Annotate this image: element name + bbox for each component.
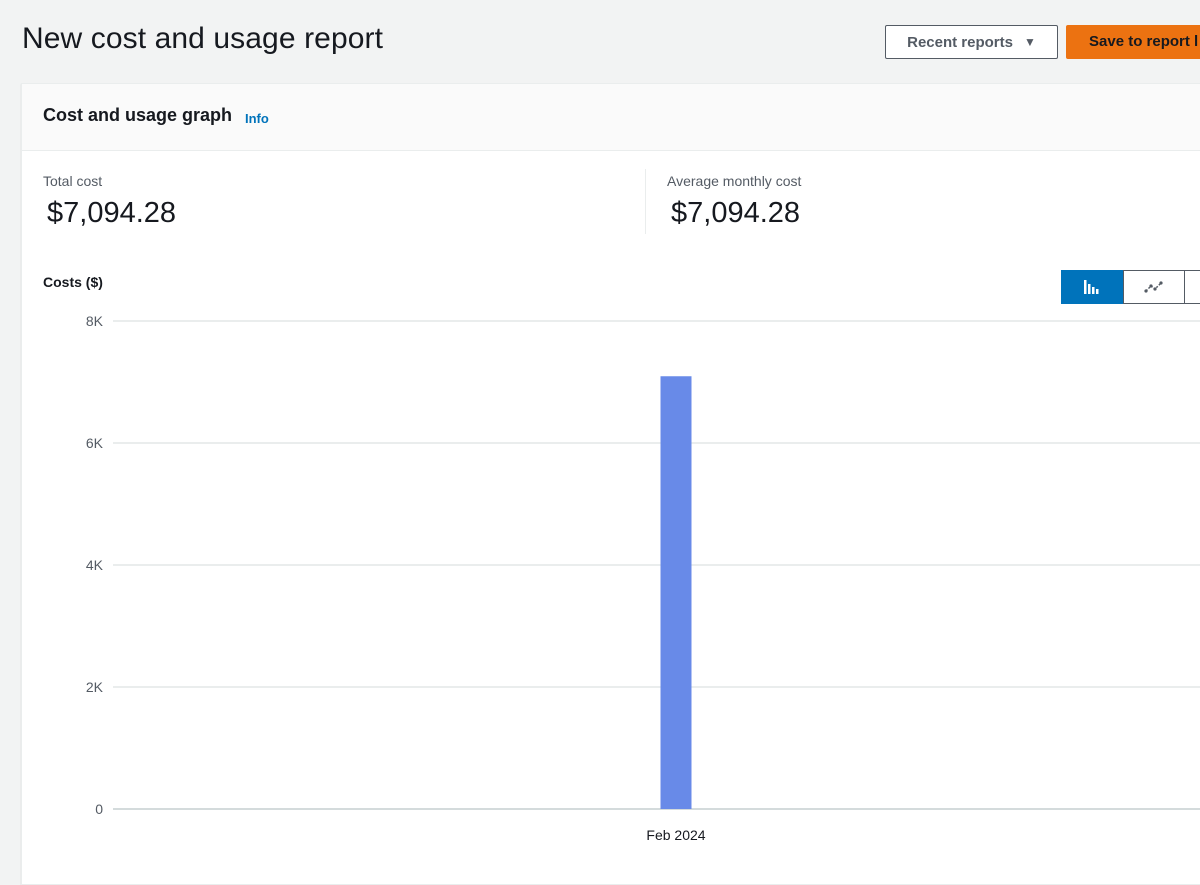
y-tick-label: 0: [95, 801, 103, 817]
y-tick-label: 4K: [86, 557, 104, 573]
cost-bar[interactable]: [660, 376, 692, 809]
x-tick-label: Feb 2024: [646, 827, 705, 843]
y-tick-label: 2K: [86, 679, 104, 695]
y-tick-label: 8K: [86, 313, 104, 329]
cost-bar-chart: 0 2K 4K 6K 8K Feb 2024: [86, 313, 1200, 843]
y-tick-label: 6K: [86, 435, 104, 451]
